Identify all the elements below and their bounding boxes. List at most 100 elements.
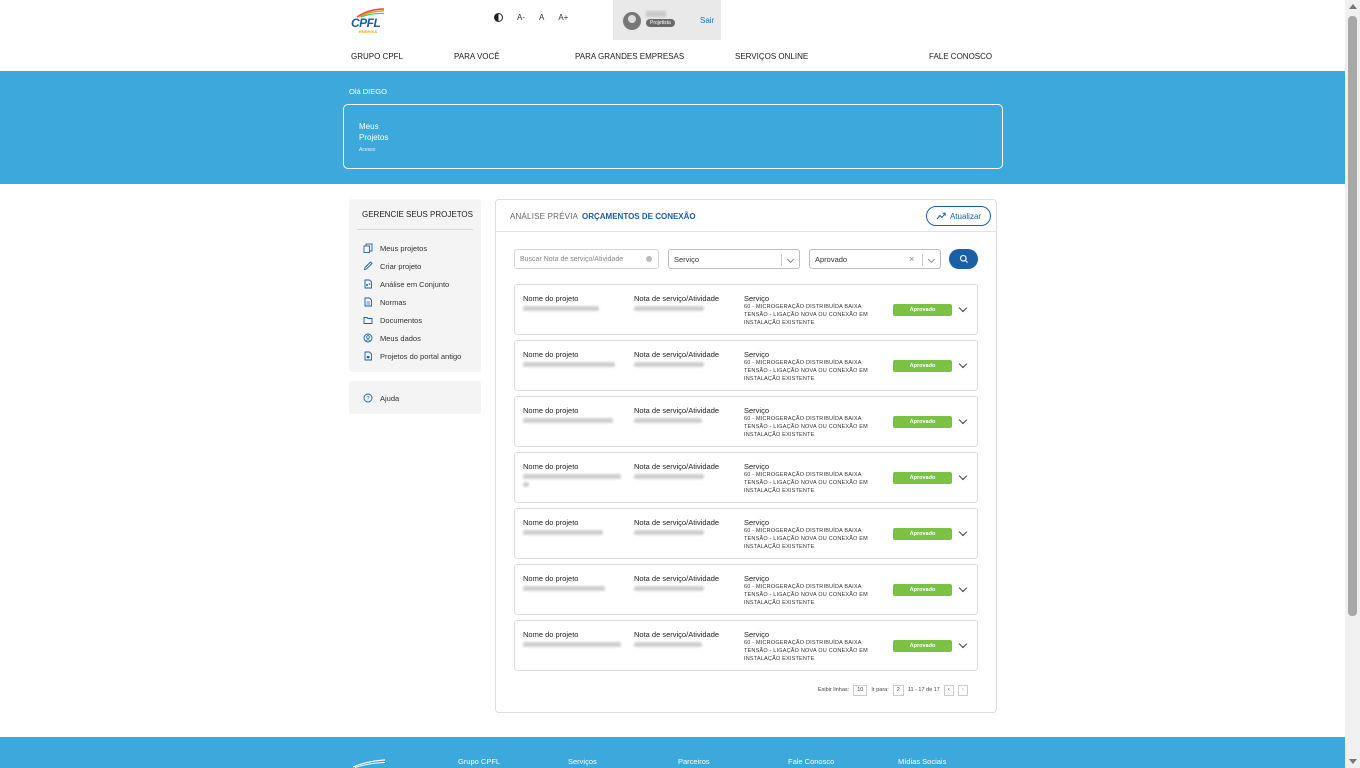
status-badge: Aprovado: [893, 304, 952, 316]
refresh-button[interactable]: Atualizar: [926, 206, 991, 226]
nav-grandes-empresas[interactable]: PARA GRANDES EMPRESAS: [575, 52, 684, 61]
scroll-up-icon[interactable]: [1349, 4, 1357, 9]
footer-link-midias-sociais[interactable]: Mídias Sociais: [898, 757, 946, 766]
footer-link-grupo-cpfl[interactable]: Grupo CPFL: [458, 757, 500, 766]
project-row[interactable]: Nome do projeto Nota de serviço/Atividad…: [514, 620, 978, 671]
service-header: Serviço: [744, 350, 770, 359]
note-redacted: [634, 362, 704, 367]
status-badge: Aprovado: [893, 640, 952, 652]
accessibility-controls: A- A A+: [494, 13, 568, 22]
contrast-icon[interactable]: [494, 13, 503, 22]
user-circle-icon: [363, 333, 373, 343]
next-page-button[interactable]: ›: [957, 684, 968, 696]
sidebar-item-label: Criar projeto: [380, 261, 422, 271]
project-name-header: Nome do projeto: [523, 574, 579, 583]
divider: [357, 229, 473, 230]
tab-orcamentos-conexao[interactable]: ORÇAMENTOS DE CONEXÃO: [582, 212, 696, 221]
help-box: ? Ajuda: [349, 381, 481, 414]
chevron-down-icon[interactable]: [958, 303, 968, 313]
project-name-redacted: [523, 362, 615, 367]
service-value: 60 - MICROGERAÇÃO DISTRIBUÍDA BAIXA TENS…: [744, 360, 868, 382]
service-header: Serviço: [744, 406, 770, 415]
sidebar-item-label: Meus projetos: [380, 243, 428, 253]
nav-para-voce[interactable]: PARA VOCÊ: [454, 52, 500, 61]
search-placeholder: Buscar Nota de serviço/Atividade: [520, 255, 624, 263]
status-badge: Aprovado: [893, 584, 952, 596]
avatar: [623, 12, 641, 30]
service-value: 60 - MICROGERAÇÃO DISTRIBUÍDA BAIXA TENS…: [744, 528, 868, 550]
chevron-down-icon: [786, 255, 795, 264]
chevron-down-icon[interactable]: [958, 639, 968, 649]
logo-text: CPFL: [351, 16, 381, 30]
project-row[interactable]: Nome do projeto Nota de serviço/Atividad…: [514, 340, 978, 391]
cpfl-logo[interactable]: CPFL ENERGIA: [351, 6, 391, 34]
clear-icon[interactable]: [646, 256, 652, 262]
font-normal-button[interactable]: A: [539, 13, 544, 22]
vertical-scrollbar[interactable]: [1345, 0, 1360, 768]
service-select[interactable]: Serviço: [668, 249, 800, 269]
logo-subtext: ENERGIA: [359, 29, 378, 34]
sidebar-item-analise-conjunto[interactable]: Análise em Conjunto: [363, 278, 449, 290]
copy-icon: [363, 243, 373, 253]
project-row[interactable]: Nome do projeto Nota de serviço/Atividad…: [514, 564, 978, 615]
greeting: Olá DIEGO: [349, 87, 387, 96]
svg-text:?: ?: [366, 396, 369, 402]
service-value: 60 - MICROGERAÇÃO DISTRIBUÍDA BAIXA TENS…: [744, 640, 868, 662]
note-redacted: [634, 586, 704, 591]
sidebar-item-label: Normas: [380, 297, 407, 307]
status-badge: Aprovado: [893, 360, 952, 372]
note-header: Nota de serviço/Atividade: [634, 406, 720, 415]
sidebar-item-normas[interactable]: Normas: [363, 296, 406, 308]
sidebar-item-label: Análise em Conjunto: [380, 279, 450, 289]
font-increase-button[interactable]: A+: [558, 13, 568, 22]
search-input[interactable]: Buscar Nota de serviço/Atividade: [514, 249, 659, 269]
search-button[interactable]: [949, 249, 978, 269]
project-row[interactable]: Nome do projeto Nota de serviço/Atividad…: [514, 396, 978, 447]
divider: [781, 254, 782, 266]
sidebar-item-criar-projeto[interactable]: Criar projeto: [363, 260, 421, 272]
chevron-down-icon[interactable]: [958, 359, 968, 369]
chevron-down-icon[interactable]: [958, 415, 968, 425]
project-row[interactable]: Nome do projeto Nota de serviço/Atividad…: [514, 284, 978, 335]
document-lock-icon: [364, 351, 372, 361]
footer-link-parceiros[interactable]: Parceiros: [678, 757, 710, 766]
clear-selection-icon[interactable]: ×: [909, 254, 914, 264]
sidebar-item-ajuda[interactable]: ? Ajuda: [363, 392, 399, 404]
chevron-down-icon[interactable]: [958, 527, 968, 537]
prev-page-button[interactable]: ‹: [943, 684, 954, 696]
service-value: 60 - MICROGERAÇÃO DISTRIBUÍDA BAIXA TENS…: [744, 416, 868, 438]
project-name-redacted: [523, 482, 529, 487]
logout-link[interactable]: Sair: [700, 16, 714, 25]
nav-servicos-online[interactable]: SERVIÇOS ONLINE: [735, 52, 808, 61]
service-header: Serviço: [744, 294, 770, 303]
goto-page-input[interactable]: 2: [892, 684, 904, 696]
service-value: 60 - MICROGERAÇÃO DISTRIBUÍDA BAIXA TENS…: [744, 584, 868, 606]
chevron-down-icon[interactable]: [958, 471, 968, 481]
sidebar-item-portal-antigo[interactable]: Projetos do portal antigo: [363, 350, 461, 362]
chevron-down-icon[interactable]: [958, 583, 968, 593]
question-icon: ?: [363, 393, 373, 403]
note-header: Nota de serviço/Atividade: [634, 462, 720, 471]
pencil-icon: [363, 261, 373, 271]
note-redacted: [634, 530, 704, 535]
sidebar-item-documentos[interactable]: Documentos: [363, 314, 422, 326]
rows-per-page-select[interactable]: 10: [853, 684, 868, 696]
note-redacted: [634, 306, 704, 311]
project-name-redacted: [523, 306, 599, 311]
project-row[interactable]: Nome do projeto Nota de serviço/Atividad…: [514, 508, 978, 559]
project-row[interactable]: Nome do projeto Nota de serviço/Atividad…: [514, 452, 978, 503]
sidebar-item-meus-dados[interactable]: Meus dados: [363, 332, 421, 344]
scrollbar-thumb[interactable]: [1348, 16, 1357, 616]
scroll-down-icon[interactable]: [1349, 759, 1357, 764]
note-header: Nota de serviço/Atividade: [634, 294, 720, 303]
status-badge: Aprovado: [893, 528, 952, 540]
status-select[interactable]: Aprovado ×: [809, 249, 941, 269]
tab-analise-previa[interactable]: ANÁLISE PRÉVIA: [510, 212, 578, 221]
nav-fale-conosco[interactable]: FALE CONOSCO: [929, 52, 992, 61]
sidebar-item-meus-projetos[interactable]: Meus projetos: [363, 242, 427, 254]
footer-link-fale-conosco[interactable]: Fale Conosco: [788, 757, 834, 766]
font-decrease-button[interactable]: A-: [517, 13, 525, 22]
nav-grupo-cpfl[interactable]: GRUPO CPFL: [351, 52, 403, 61]
footer-link-servicos[interactable]: Serviços: [568, 757, 597, 766]
pagination: Exibir linhas: 10 Ir para: 2 11 - 17 de …: [818, 684, 968, 696]
